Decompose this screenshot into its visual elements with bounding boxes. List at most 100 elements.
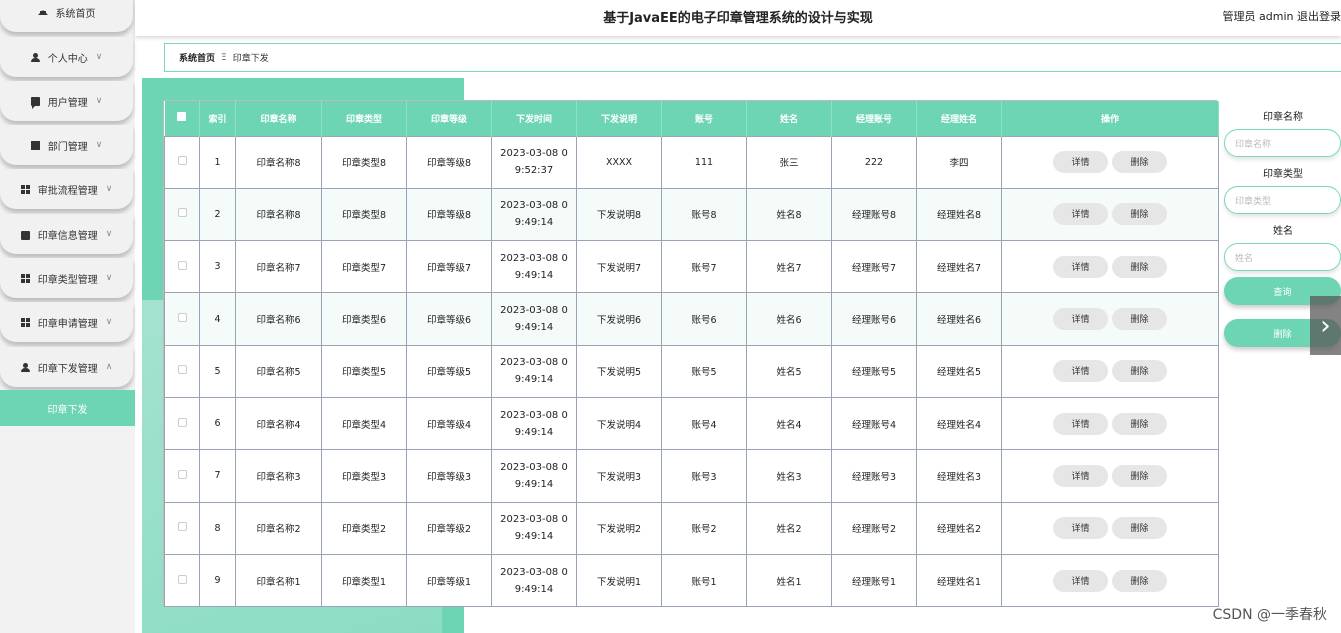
search-person-input[interactable]: 姓名 [1224,243,1341,271]
row-select-cell[interactable] [164,187,200,242]
delete-button[interactable]: 删除 [1112,569,1167,592]
cell-seal-level: 印章等级8 [406,187,492,242]
select-all-cell[interactable] [164,101,200,136]
user-logout-link[interactable]: 管理员 admin 退出登录 [1223,8,1341,24]
row-checkbox[interactable] [177,365,187,375]
chevron-right-icon[interactable]: › [1310,296,1341,355]
search-type-label: 印章类型 [1263,169,1303,180]
delete-button[interactable]: 删除 [1112,308,1167,331]
table-row: 9 印章名称1 印章类型1 印章等级1 2023-03-08 0 9:49:14 下发说明1… [164,553,1219,608]
sidebar-item-seal-type[interactable]: 印章类型管理 ∨ [0,258,133,298]
sidebar-item-label: 印章下发管理 [37,363,98,375]
delete-button[interactable]: 删除 [1112,360,1167,383]
row-select-cell[interactable] [164,449,200,503]
chevron-down-icon: ∨ [105,317,113,327]
cell-seal-type: 印章类型8 [321,135,407,189]
sidebar-item-department-management[interactable]: 部门管理 ∨ [0,125,133,165]
sidebar-item-user-management[interactable]: 用户管理 ∨ [0,81,133,121]
cell-actions: 详情 删除 [1001,449,1219,503]
detail-button[interactable]: 详情 [1053,308,1108,331]
cell-seal-level: 印章等级2 [406,501,492,555]
detail-button[interactable]: 详情 [1053,517,1108,540]
sidebar-item-label: 系统首页 [55,8,96,20]
cell-account: 账号8 [661,187,747,242]
cell-manager-name: 经理姓名3 [916,449,1002,503]
row-checkbox[interactable] [177,417,187,427]
row-select-cell[interactable] [164,501,200,555]
breadcrumb-home[interactable]: 系统首页 [179,51,215,64]
delete-button[interactable]: 删除 [1112,255,1167,278]
detail-button[interactable]: 详情 [1053,255,1108,278]
row-select-cell[interactable] [164,135,200,189]
cell-manager-account: 经理账号3 [831,449,917,503]
cell-seal-type: 印章类型3 [321,449,407,503]
sidebar-item-seal-application[interactable]: 印章申请管理 ∨ [0,302,133,342]
sidebar-item-personal-center[interactable]: 个人中心 ∨ [0,37,133,77]
delete-button[interactable]: 删除 [1112,517,1167,540]
table-row: 7 印章名称3 印章类型3 印章等级3 2023-03-08 0 9:49:14 下发说明3… [164,449,1219,503]
header: 基于JavaEE的电子印章管理系统的设计与实现 管理员 admin 退出登录 [135,0,1341,36]
detail-button[interactable]: 详情 [1053,203,1108,226]
column-header: 经理姓名 [916,101,1002,136]
row-checkbox[interactable] [177,208,187,218]
cell-seal-level: 印章等级4 [406,396,492,451]
row-checkbox[interactable] [177,469,187,479]
table-row: 4 印章名称6 印章类型6 印章等级6 2023-03-08 0 9:49:14 下发说明6… [164,292,1219,346]
delete-button[interactable]: 删除 [1112,203,1167,226]
row-select-cell[interactable] [164,344,200,398]
table-header-row: 索引 印章名称 印章类型 印章等级 下发时间 下发说明 账号 姓名 经理账号 经… [164,101,1219,136]
data-table: 索引 印章名称 印章类型 印章等级 下发时间 下发说明 账号 姓名 经理账号 经… [163,100,1219,608]
cell-actions: 详情 删除 [1001,344,1219,398]
row-checkbox[interactable] [177,574,187,584]
row-select-cell[interactable] [164,292,200,346]
sidebar-item-approval-flow[interactable]: 审批流程管理 ∨ [0,169,133,209]
cell-person-name: 张三 [746,135,832,189]
sidebar-item-home[interactable]: 系统首页 [0,0,133,32]
cell-seal-level: 印章等级5 [406,344,492,398]
chevron-down-icon: ∨ [95,140,103,150]
cell-issue-desc: XXXX [576,135,662,189]
column-header: 下发说明 [576,101,662,136]
row-select-cell[interactable] [164,240,200,294]
row-checkbox[interactable] [177,156,187,166]
time-date: 2023-03-08 0 [500,409,568,421]
sidebar-item-label: 用户管理 [47,97,88,109]
search-name-input[interactable]: 印章名称 [1224,129,1341,157]
row-checkbox[interactable] [177,260,187,270]
cell-actions: 详情 删除 [1001,135,1219,189]
breadcrumb-current: 印章下发 [232,54,269,64]
select-all-checkbox[interactable] [177,112,187,122]
cell-person-name: 姓名7 [746,240,832,294]
detail-button[interactable]: 详情 [1053,360,1108,383]
detail-button[interactable]: 详情 [1053,569,1108,592]
time-clock: 9:49:14 [514,478,554,490]
cell-seal-level: 印章等级7 [406,240,492,294]
row-select-cell[interactable] [164,553,200,608]
row-checkbox[interactable] [177,522,187,532]
cell-issue-time: 2023-03-08 0 9:49:14 [491,553,577,608]
sidebar-item-seal-info[interactable]: 印章信息管理 ∨ [0,214,133,254]
chevron-up-icon: ∧ [105,362,113,372]
cell-index: 3 [199,240,236,294]
chevron-down-icon: ∨ [105,273,113,283]
sidebar-subitem-seal-issue[interactable]: 印章下发 [0,390,135,426]
delete-button[interactable]: 删除 [1112,412,1167,435]
detail-button[interactable]: 详情 [1053,412,1108,435]
detail-button[interactable]: 详情 [1053,464,1108,487]
desktop-icon [30,140,40,150]
detail-button[interactable]: 详情 [1053,151,1108,174]
search-type-input[interactable]: 印章类型 [1224,186,1341,214]
cell-issue-desc: 下发说明8 [576,187,662,242]
cell-manager-name: 经理姓名7 [916,240,1002,294]
delete-button[interactable]: 删除 [1112,151,1167,174]
row-select-cell[interactable] [164,396,200,451]
cell-account: 账号6 [661,292,747,346]
time-clock: 9:49:14 [514,269,554,281]
cell-manager-name: 经理姓名4 [916,396,1002,451]
time-date: 2023-03-08 0 [500,461,568,473]
sidebar-item-seal-issue[interactable]: 印章下发管理 ∧ [0,347,133,387]
box-icon [20,230,30,240]
cell-seal-name: 印章名称3 [235,449,322,503]
delete-button[interactable]: 删除 [1112,464,1167,487]
row-checkbox[interactable] [177,313,187,323]
